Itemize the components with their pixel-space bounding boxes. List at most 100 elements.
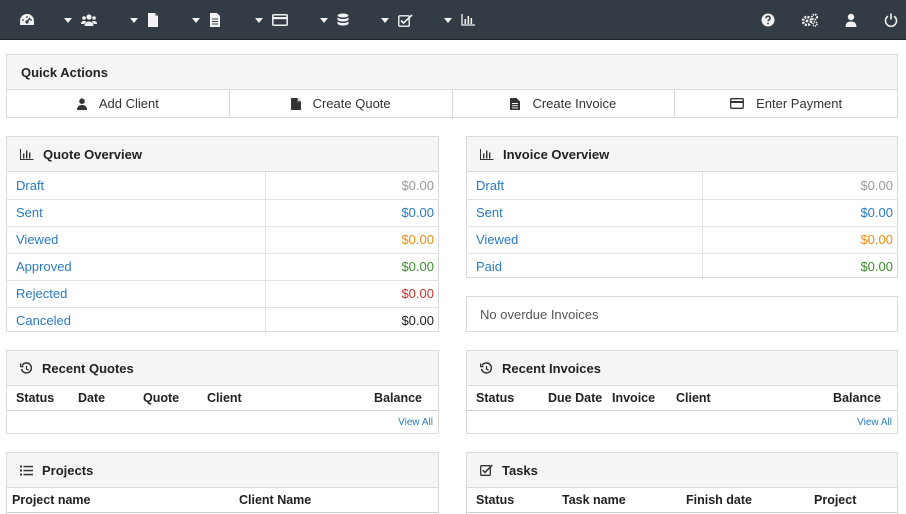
table-row: Draft $0.00 bbox=[467, 172, 897, 199]
user-icon bbox=[76, 97, 87, 110]
view-all-link[interactable]: View All bbox=[467, 411, 897, 435]
dashboard-menu[interactable] bbox=[19, 0, 35, 40]
tasks-title: Tasks bbox=[502, 462, 538, 478]
status-link[interactable]: Canceled bbox=[16, 313, 71, 328]
quotes-menu[interactable] bbox=[130, 0, 159, 40]
status-link[interactable]: Rejected bbox=[16, 286, 67, 301]
reports-icon bbox=[461, 14, 475, 26]
table-header-row: Status Task name Finish date Project bbox=[467, 488, 897, 513]
column-header[interactable]: Project bbox=[805, 488, 897, 513]
column-header[interactable]: Invoice bbox=[603, 386, 667, 411]
panel-heading: Invoice Overview bbox=[467, 137, 897, 172]
column-header[interactable]: Client Name bbox=[230, 488, 438, 513]
bar-chart-icon bbox=[20, 148, 34, 160]
column-header[interactable]: Client bbox=[198, 386, 288, 411]
payments-menu[interactable] bbox=[255, 0, 288, 40]
file-icon bbox=[290, 97, 301, 110]
column-header[interactable]: Status bbox=[7, 386, 69, 411]
column-header[interactable]: Quote bbox=[134, 386, 198, 411]
recent-invoices-title: Recent Invoices bbox=[502, 360, 601, 376]
status-cell: Draft bbox=[467, 172, 703, 199]
invoices-menu[interactable] bbox=[192, 0, 221, 40]
chevron-down-icon bbox=[192, 17, 200, 23]
quotes-icon bbox=[147, 13, 159, 27]
history-icon bbox=[480, 361, 493, 375]
chevron-down-icon bbox=[255, 17, 263, 23]
payments-icon bbox=[272, 14, 288, 26]
add-client-label: Add Client bbox=[98, 96, 159, 111]
column-header[interactable]: Balance bbox=[287, 386, 438, 411]
panel-heading: Tasks bbox=[467, 453, 897, 488]
table-row: Sent $0.00 bbox=[7, 198, 438, 226]
settings-icon bbox=[801, 13, 819, 27]
status-cell: Rejected bbox=[7, 279, 266, 307]
column-header[interactable]: Finish date bbox=[677, 488, 805, 513]
table-row: Sent $0.00 bbox=[467, 198, 897, 226]
reports-menu[interactable] bbox=[444, 0, 475, 40]
check-square-icon bbox=[480, 464, 493, 476]
column-header[interactable]: Status bbox=[467, 386, 539, 411]
create-quote-label: Create Quote bbox=[312, 96, 391, 111]
user-icon bbox=[845, 13, 857, 27]
quote-overview-title: Quote Overview bbox=[43, 146, 142, 162]
create-invoice-button[interactable]: Create Invoice bbox=[453, 90, 676, 117]
power-icon bbox=[884, 13, 898, 27]
projects-title: Projects bbox=[42, 462, 94, 478]
panel-heading: Quick Actions bbox=[7, 55, 897, 90]
status-link[interactable]: Sent bbox=[476, 205, 503, 220]
clients-icon bbox=[81, 13, 97, 27]
add-client-button[interactable]: Add Client bbox=[7, 90, 230, 117]
recent-quotes-title: Recent Quotes bbox=[42, 360, 134, 376]
column-header[interactable]: Due Date bbox=[539, 386, 603, 411]
quote-overview-panel: Quote Overview Draft $0.00 Sent $0.00 Viewed… bbox=[6, 136, 439, 334]
status-link[interactable]: Viewed bbox=[16, 232, 58, 247]
enter-payment-button[interactable]: Enter Payment bbox=[675, 90, 897, 117]
status-link[interactable]: Paid bbox=[476, 259, 502, 274]
view-all-link[interactable]: View All bbox=[7, 411, 438, 435]
amount-cell: $0.00 bbox=[702, 252, 897, 280]
column-header[interactable]: Project name bbox=[7, 488, 230, 513]
invoice-overview-title: Invoice Overview bbox=[503, 146, 610, 162]
invoice-overview-table: Draft $0.00 Sent $0.00 Viewed $0.00 Paid $0.00 bbox=[467, 172, 897, 280]
recent-invoices-table: Status Due Date Invoice Client Balance bbox=[467, 386, 897, 411]
tasks-menu[interactable] bbox=[381, 0, 413, 40]
table-header-row: Status Date Quote Client Balance bbox=[7, 386, 438, 411]
column-header[interactable]: Status bbox=[467, 488, 553, 513]
logout-button[interactable] bbox=[884, 0, 898, 40]
chevron-down-icon bbox=[64, 17, 72, 23]
column-header[interactable]: Balance bbox=[753, 386, 897, 411]
clients-menu[interactable] bbox=[64, 0, 97, 40]
recent-quotes-panel: Recent Quotes Status Date Quote Client B… bbox=[6, 350, 439, 434]
tasks-icon bbox=[398, 13, 413, 27]
tasks-panel: Tasks Status Task name Finish date Proje… bbox=[466, 452, 898, 514]
dashboard-icon bbox=[19, 13, 35, 27]
table-row: Draft $0.00 bbox=[7, 172, 438, 199]
status-link[interactable]: Approved bbox=[16, 259, 72, 274]
user-button[interactable] bbox=[845, 0, 857, 40]
status-link[interactable]: Draft bbox=[476, 178, 504, 193]
status-cell: Canceled bbox=[7, 306, 266, 334]
panel-heading: Quote Overview bbox=[7, 137, 438, 172]
help-icon bbox=[761, 13, 775, 27]
quick-actions-row: Add Client Create Quote Create Invoice E… bbox=[7, 90, 897, 117]
invoices-icon bbox=[209, 13, 221, 27]
status-link[interactable]: Viewed bbox=[476, 232, 518, 247]
overdue-invoices-panel: No overdue Invoices bbox=[466, 296, 898, 332]
column-header[interactable]: Client bbox=[667, 386, 754, 411]
status-cell: Approved bbox=[7, 252, 266, 280]
status-cell: Paid bbox=[467, 252, 703, 280]
quote-overview-table: Draft $0.00 Sent $0.00 Viewed $0.00 Approved $0… bbox=[7, 172, 438, 334]
bar-chart-icon bbox=[480, 148, 494, 160]
file-text-icon bbox=[510, 97, 521, 110]
column-header[interactable]: Date bbox=[69, 386, 134, 411]
settings-button[interactable] bbox=[801, 0, 819, 40]
create-invoice-label: Create Invoice bbox=[532, 96, 617, 111]
help-button[interactable] bbox=[761, 0, 775, 40]
status-link[interactable]: Draft bbox=[16, 178, 44, 193]
column-header[interactable]: Task name bbox=[553, 488, 677, 513]
amount-cell: $0.00 bbox=[265, 279, 438, 307]
status-link[interactable]: Sent bbox=[16, 205, 43, 220]
products-menu[interactable] bbox=[320, 0, 349, 40]
create-quote-button[interactable]: Create Quote bbox=[230, 90, 453, 117]
status-cell: Sent bbox=[467, 198, 703, 226]
